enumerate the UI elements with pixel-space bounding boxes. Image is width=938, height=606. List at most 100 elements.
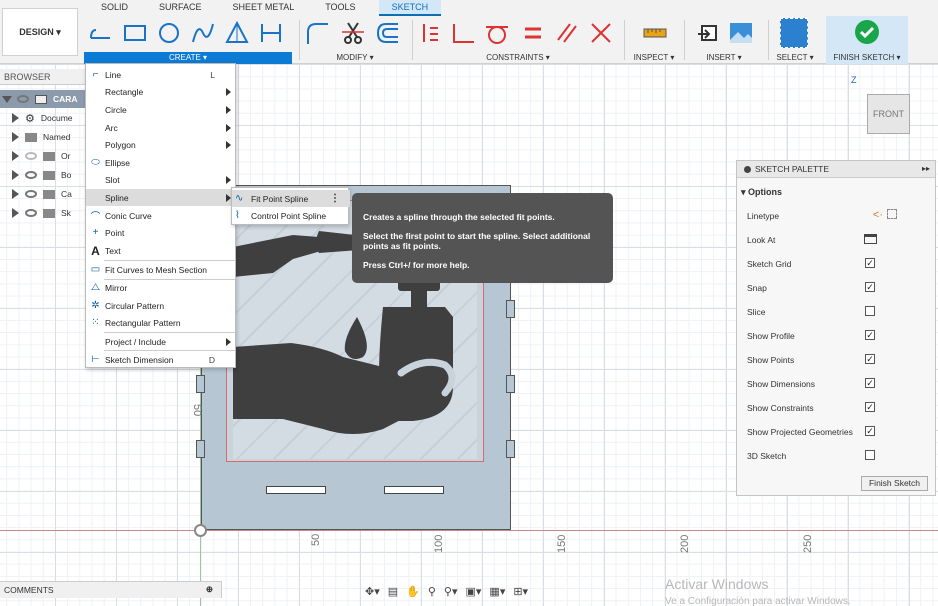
coincident-icon[interactable]	[418, 20, 444, 46]
tab-sheet-metal[interactable]: SHEET METAL	[215, 0, 308, 16]
menu-item-polygon[interactable]: Polygon	[86, 136, 237, 153]
dimension-icon[interactable]	[258, 20, 284, 46]
palette-header[interactable]: SKETCH PALETTE ▸▸	[737, 161, 935, 178]
eye-icon[interactable]	[25, 171, 37, 179]
menu-item-fit-curves[interactable]: ▭ Fit Curves to Mesh Section	[86, 261, 237, 278]
insert-derive-icon[interactable]	[696, 20, 722, 46]
expand-icon[interactable]	[12, 208, 19, 218]
browser-item[interactable]: Ca	[0, 185, 87, 203]
show-profile-checkbox[interactable]: ✓	[865, 330, 875, 340]
tab-tools[interactable]: TOOLS	[307, 0, 368, 16]
insert-menu-button[interactable]: INSERT ▾	[690, 53, 758, 62]
menu-item-arc[interactable]: Arc	[86, 119, 237, 136]
sketch-grid-checkbox[interactable]: ✓	[865, 258, 875, 268]
palette-row-snap[interactable]: Snap ✓	[747, 281, 927, 295]
offset-icon[interactable]	[374, 20, 400, 46]
menu-item-conic-curve[interactable]: ⌒ Conic Curve	[86, 207, 237, 224]
inspect-menu-button[interactable]: INSPECT ▾	[628, 53, 680, 62]
show-dimensions-checkbox[interactable]: ✓	[865, 378, 875, 388]
kebab-menu-icon[interactable]: ⋮	[330, 193, 340, 204]
centerline-linetype-icon[interactable]	[887, 209, 897, 219]
tab-solid[interactable]: SOLID	[88, 0, 141, 16]
trim-scissors-icon[interactable]	[340, 20, 366, 46]
expand-icon[interactable]	[12, 151, 19, 161]
look-at-icon[interactable]	[864, 234, 877, 244]
perpendicular-icon[interactable]	[450, 20, 476, 46]
eye-icon[interactable]	[25, 209, 37, 217]
options-section-toggle[interactable]: ▾ Options	[741, 187, 782, 198]
menu-item-line[interactable]: ⌐ Line L	[86, 66, 237, 83]
show-points-checkbox[interactable]: ✓	[865, 354, 875, 364]
zoom-window-icon[interactable]: ⚲▾	[444, 585, 458, 598]
spline-icon[interactable]	[190, 20, 216, 46]
browser-header[interactable]: BROWSER	[0, 69, 87, 85]
tangent-icon[interactable]	[484, 20, 510, 46]
menu-item-ellipse[interactable]: ⬭ Ellipse	[86, 154, 237, 171]
palette-row-show-points[interactable]: Show Points ✓	[747, 353, 927, 367]
palette-row-show-dimensions[interactable]: Show Dimensions ✓	[747, 377, 927, 391]
palette-row-show-projected-geometries[interactable]: Show Projected Geometries ✓	[747, 425, 927, 439]
finish-sketch-group[interactable]: FINISH SKETCH ▾	[826, 16, 908, 64]
eye-icon[interactable]	[17, 95, 29, 103]
look-at-nav-icon[interactable]: ▤	[388, 585, 398, 598]
select-menu-button[interactable]: SELECT ▾	[770, 53, 820, 62]
eye-icon[interactable]	[25, 190, 37, 198]
browser-item[interactable]: Bo	[0, 166, 87, 184]
finish-sketch-menu-button[interactable]: FINISH SKETCH ▾	[826, 53, 908, 62]
measure-icon[interactable]	[642, 20, 668, 46]
line-icon[interactable]	[88, 20, 114, 46]
slice-checkbox[interactable]	[865, 306, 875, 316]
viewcube[interactable]: FRONT	[867, 94, 910, 134]
snap-checkbox[interactable]: ✓	[865, 282, 875, 292]
browser-root-item[interactable]: CARA	[0, 90, 87, 108]
expand-icon[interactable]	[2, 95, 12, 103]
orbit-icon[interactable]: ✥▾	[365, 585, 380, 598]
expand-icon[interactable]	[12, 132, 19, 142]
menu-item-mirror[interactable]: ⧍ Mirror	[86, 279, 237, 296]
browser-item[interactable]: ⚙ Docume	[0, 109, 87, 127]
circle-icon[interactable]	[156, 20, 182, 46]
menu-item-sketch-dimension[interactable]: ⊢ Sketch Dimension D	[86, 351, 237, 368]
rectangle-icon[interactable]	[122, 20, 148, 46]
palette-row-slice[interactable]: Slice	[747, 305, 927, 319]
palette-row-sketch-grid[interactable]: Sketch Grid ✓	[747, 257, 927, 271]
palette-row-3d-sketch[interactable]: 3D Sketch	[747, 449, 927, 463]
palette-row-show-profile[interactable]: Show Profile ✓	[747, 329, 927, 343]
show-constraints-checkbox[interactable]: ✓	[865, 402, 875, 412]
insert-image-icon[interactable]	[728, 20, 754, 46]
menu-item-fit-point-spline[interactable]: ∿ Fit Point Spline ⋮	[232, 190, 350, 207]
origin-point[interactable]	[194, 524, 207, 537]
zoom-icon[interactable]: ⚲	[428, 585, 436, 598]
finish-check-icon[interactable]	[855, 20, 879, 44]
perpendicular-cross-icon[interactable]	[588, 20, 614, 46]
comments-panel[interactable]: COMMENTS ⊕	[0, 581, 222, 598]
menu-item-control-point-spline[interactable]: ⌇ Control Point Spline	[232, 207, 350, 224]
menu-item-point[interactable]: + Point	[86, 224, 237, 241]
menu-item-project-include[interactable]: Project / Include	[86, 333, 237, 350]
browser-item[interactable]: Named	[0, 128, 87, 146]
polygon-icon[interactable]	[224, 20, 250, 46]
viewports-icon[interactable]: ⊞▾	[513, 585, 528, 598]
expand-icon[interactable]	[12, 170, 19, 180]
menu-item-circular-pattern[interactable]: ✲ Circular Pattern	[86, 297, 237, 314]
modify-menu-button[interactable]: MODIFY ▾	[300, 53, 410, 62]
browser-item[interactable]: Sk	[0, 204, 87, 222]
finish-sketch-button[interactable]: Finish Sketch	[861, 476, 928, 491]
3d-sketch-checkbox[interactable]	[865, 450, 875, 460]
palette-row-show-constraints[interactable]: Show Constraints ✓	[747, 401, 927, 415]
add-comment-icon[interactable]: ⊕	[206, 584, 213, 595]
menu-item-text[interactable]: A Text	[86, 242, 237, 259]
pan-hand-icon[interactable]: ✋	[406, 585, 420, 598]
menu-item-circle[interactable]: Circle	[86, 101, 237, 118]
show-projected-geometries-checkbox[interactable]: ✓	[865, 426, 875, 436]
tab-sketch[interactable]: SKETCH	[378, 0, 442, 16]
menu-item-rectangle[interactable]: Rectangle	[86, 83, 237, 100]
menu-item-spline[interactable]: Spline	[86, 189, 237, 206]
select-icon[interactable]	[780, 18, 808, 48]
expand-icon[interactable]	[12, 113, 19, 123]
expand-palette-icon[interactable]: ▸▸	[922, 164, 930, 173]
browser-item[interactable]: Or	[0, 147, 87, 165]
menu-item-slot[interactable]: Slot	[86, 171, 237, 188]
expand-icon[interactable]	[12, 189, 19, 199]
display-settings-icon[interactable]: ▣▾	[466, 585, 482, 598]
